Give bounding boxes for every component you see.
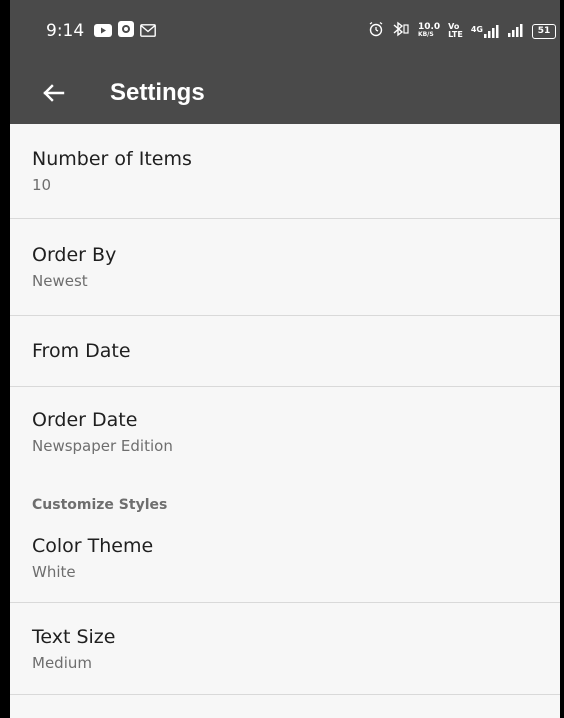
network-4g-signal: 4G [471,24,500,38]
gmail-icon [140,22,157,41]
pref-summary: Newest [32,272,88,290]
camera-icon [118,21,135,41]
pref-summary: Newspaper Edition [32,437,173,455]
net-speed-indicator: 10.0 KB/S [417,22,441,39]
back-button[interactable] [38,77,70,109]
status-time: 9:14 [46,21,85,41]
page-title: Settings [110,79,205,106]
battery-icon: 51 [532,23,556,39]
pref-summary: 10 [32,176,52,194]
pref-summary: White [32,562,76,581]
pref-number-of-items[interactable]: Number of Items 10 [10,124,560,219]
pref-title: Order By [32,244,117,266]
pref-title: Text Size [32,625,116,648]
app-bar: Settings [10,62,560,124]
youtube-icon [94,22,113,41]
signal-icon [484,24,499,38]
pref-text-size[interactable]: Text Size Medium [10,603,560,695]
pref-title: Number of Items [32,148,192,170]
pref-title: Color Theme [32,534,154,557]
alarm-icon [368,21,384,41]
pref-color-theme[interactable]: Color Theme White [10,513,560,603]
pref-order-by[interactable]: Order By Newest [10,219,560,316]
phone-screen: 9:14 10.0 KB/S Vo LTE 4G 51 Settings Num… [10,0,560,718]
pref-title: From Date [32,340,131,362]
signal-icon-secondary [508,22,524,41]
battery-level: 51 [537,26,551,36]
pref-order-date[interactable]: Order Date Newspaper Edition [10,387,560,477]
volte-indicator: Vo LTE [448,22,463,39]
pref-from-date[interactable]: From Date [10,316,560,387]
status-icons: 10.0 KB/S Vo LTE 4G 51 [368,21,560,41]
bluetooth-icon [392,21,410,41]
arrow-left-icon [43,84,65,102]
pref-summary: Medium [32,653,92,672]
pref-title: Order Date [32,409,138,431]
category-header: Customize Styles [32,497,168,513]
status-bar: 9:14 10.0 KB/S Vo LTE 4G 51 [10,0,560,62]
